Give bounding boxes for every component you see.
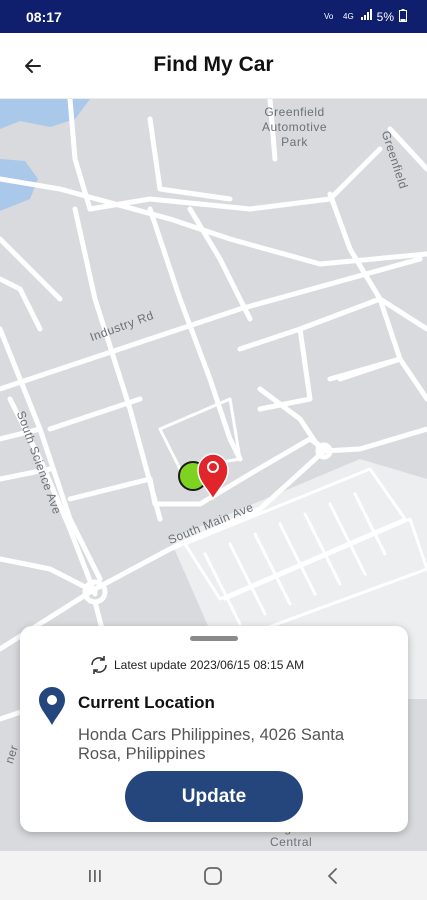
status-bar: 08:17 Vo 4G 5% xyxy=(0,0,427,33)
recents-icon xyxy=(89,870,101,882)
location-marker-icon xyxy=(38,686,66,731)
signal-bars-icon xyxy=(360,9,372,24)
map-label-park: Greenfield Automotive Park xyxy=(262,105,328,149)
back-icon xyxy=(328,868,337,884)
location-address: Honda Cars Philippines, 4026 Santa Rosa,… xyxy=(78,726,345,763)
update-button[interactable]: Update xyxy=(125,771,303,822)
nav-back-button[interactable] xyxy=(318,864,348,888)
volte-icon: Vo xyxy=(324,9,338,24)
signal-4g-icon: 4G xyxy=(343,9,355,24)
page-title: Find My Car xyxy=(153,53,274,76)
recents-button[interactable] xyxy=(80,864,110,888)
battery-text: 5% xyxy=(376,9,394,24)
home-button[interactable] xyxy=(198,864,228,888)
latest-update-row: Latest update 2023/06/15 08:15 AM xyxy=(88,654,304,676)
system-nav-bar xyxy=(0,851,427,900)
location-sheet: Latest update 2023/06/15 08:15 AM Curren… xyxy=(20,626,408,832)
status-time: 08:17 xyxy=(26,8,62,25)
svg-text:4G: 4G xyxy=(343,12,354,21)
latest-update-text: Latest update 2023/06/15 08:15 AM xyxy=(114,658,305,672)
status-icons: Vo 4G 5% xyxy=(324,8,407,25)
app-bar: Find My Car xyxy=(0,33,427,99)
battery-icon xyxy=(399,8,407,25)
drag-handle[interactable] xyxy=(190,636,238,641)
home-icon xyxy=(204,867,222,885)
current-location-title: Current Location xyxy=(78,693,215,712)
refresh-icon[interactable] xyxy=(88,654,110,676)
svg-text:Vo: Vo xyxy=(324,12,334,21)
